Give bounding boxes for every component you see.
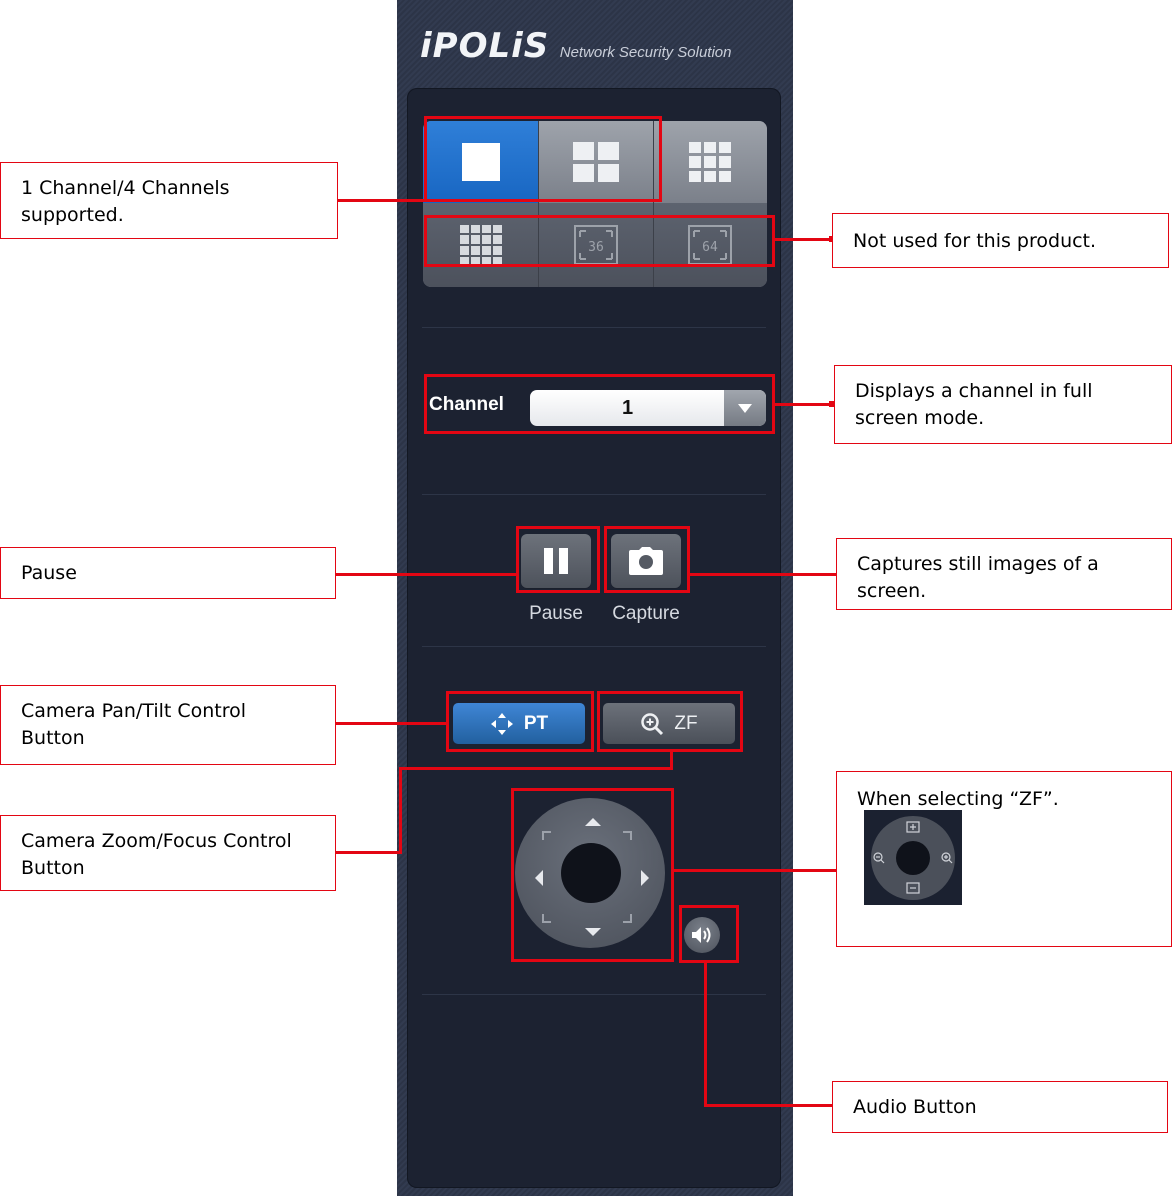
highlight-zf	[597, 691, 743, 752]
callout-capture: Captures still images of a screen.	[836, 538, 1172, 610]
connector-line	[336, 573, 516, 576]
divider	[422, 327, 766, 328]
brand-name: iPOLiS	[420, 26, 550, 66]
highlight-pt	[446, 691, 594, 752]
callout-zoom-focus: Camera Zoom/Focus Control Button	[0, 815, 336, 891]
callout-fullscreen: Displays a channel in full screen mode.	[834, 365, 1172, 444]
connector-line	[704, 963, 707, 1106]
callout-layout-supported: 1 Channel/4 Channels supported.	[0, 162, 338, 239]
highlight-layout-unused	[424, 215, 775, 267]
highlight-channel	[424, 374, 775, 434]
highlight-pause	[516, 526, 600, 593]
connector-line	[399, 767, 673, 770]
connector-line	[674, 869, 836, 872]
zoom-focus-pad-icon	[871, 816, 955, 900]
callout-not-used: Not used for this product.	[832, 213, 1169, 268]
connector-line	[775, 403, 833, 406]
divider	[422, 994, 766, 995]
connector-line	[336, 851, 402, 854]
highlight-layout-supported	[424, 116, 662, 202]
connector-line	[336, 722, 446, 725]
highlight-ptz	[511, 788, 674, 962]
nine-grid-icon	[689, 142, 731, 182]
callout-pause: Pause	[0, 547, 336, 599]
app-logo: iPOLiS Network Security Solution	[420, 26, 780, 70]
capture-label: Capture	[612, 603, 680, 624]
connector-line	[775, 238, 832, 241]
connector-line	[690, 573, 836, 576]
divider	[422, 646, 766, 647]
brand-tagline: Network Security Solution	[559, 44, 732, 61]
zf-pad-preview	[864, 810, 962, 905]
layout-9-channel-button[interactable]	[653, 121, 767, 203]
callout-audio: Audio Button	[832, 1081, 1168, 1133]
connector-line	[399, 767, 402, 854]
zf-select-text: When selecting “ZF”.	[857, 788, 1059, 810]
connector-line	[704, 1104, 832, 1107]
callout-pan-tilt: Camera Pan/Tilt Control Button	[0, 685, 336, 765]
divider	[422, 494, 766, 495]
highlight-audio	[679, 905, 739, 963]
pause-label: Pause	[529, 603, 583, 624]
highlight-capture	[604, 526, 690, 593]
connector-line	[337, 199, 424, 202]
